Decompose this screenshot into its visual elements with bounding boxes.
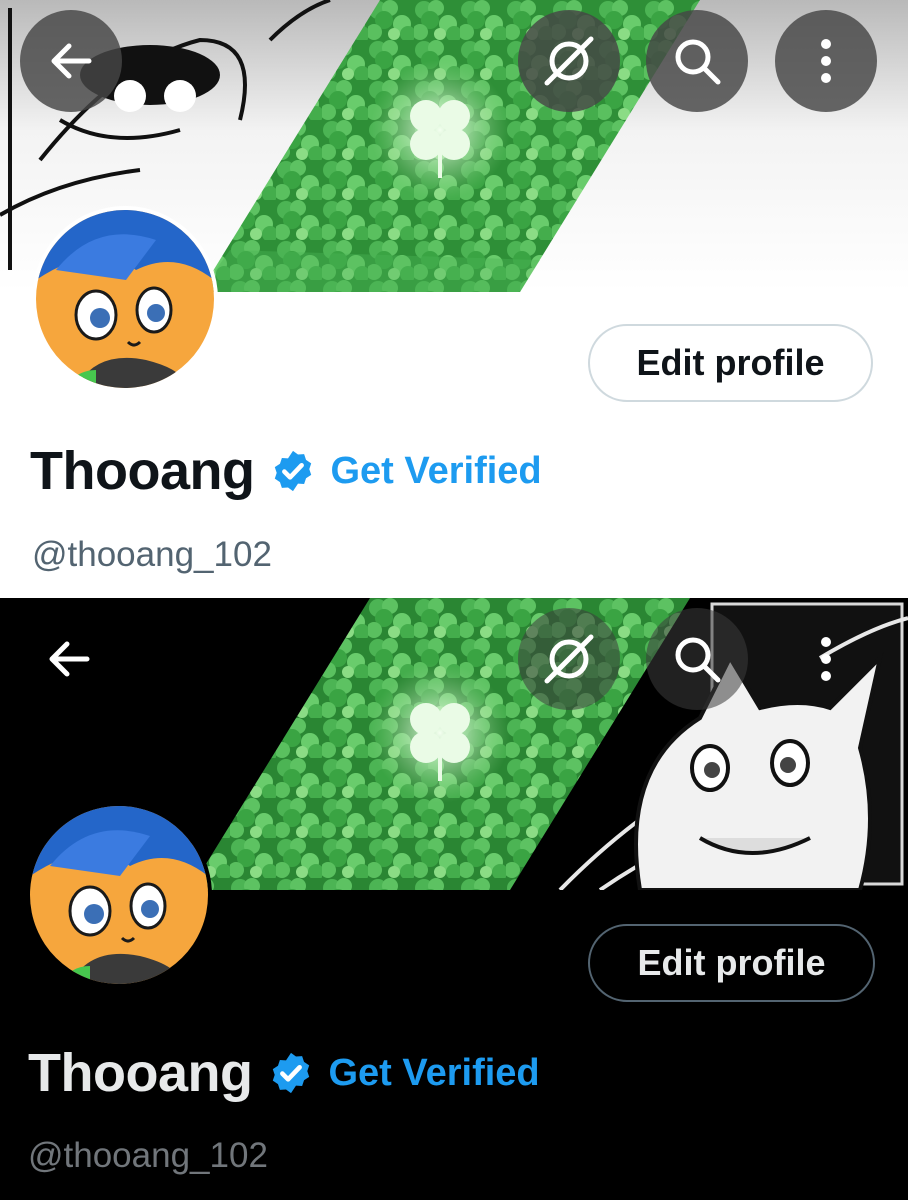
display-name: Thooang [28, 1043, 253, 1103]
search-icon [675, 637, 721, 683]
grok-icon [544, 634, 594, 684]
name-row: Thooang Get Verified [30, 440, 542, 502]
back-button[interactable] [18, 608, 120, 710]
back-button[interactable] [20, 10, 122, 112]
verified-badge-icon[interactable] [268, 1050, 314, 1096]
search-button[interactable] [646, 608, 748, 710]
more-vertical-icon [821, 637, 831, 681]
display-name: Thooang [30, 441, 255, 501]
avatar[interactable] [32, 206, 218, 392]
search-button[interactable] [646, 10, 748, 112]
more-button[interactable] [775, 608, 877, 710]
verified-badge-icon[interactable] [270, 448, 316, 494]
search-icon [675, 39, 721, 85]
more-button[interactable] [775, 10, 877, 112]
get-verified-link[interactable]: Get Verified [328, 1052, 539, 1095]
grok-button[interactable] [518, 608, 620, 710]
avatar[interactable] [26, 802, 212, 988]
get-verified-link[interactable]: Get Verified [330, 450, 541, 493]
back-arrow-icon [49, 641, 90, 677]
edit-profile-button[interactable]: Edit profile [588, 324, 873, 402]
more-vertical-icon [821, 39, 831, 83]
light-theme-profile: Edit profile Thooang Get Verified @thooa… [0, 0, 908, 598]
username-handle: @thooang_102 [32, 535, 272, 574]
grok-button[interactable] [518, 10, 620, 112]
back-arrow-icon [51, 43, 92, 79]
edit-profile-button[interactable]: Edit profile [588, 924, 875, 1002]
name-row: Thooang Get Verified [28, 1042, 540, 1104]
dark-theme-profile: Edit profile Thooang Get Verified @thooa… [0, 598, 908, 1200]
grok-icon [544, 36, 594, 86]
username-handle: @thooang_102 [28, 1136, 268, 1175]
